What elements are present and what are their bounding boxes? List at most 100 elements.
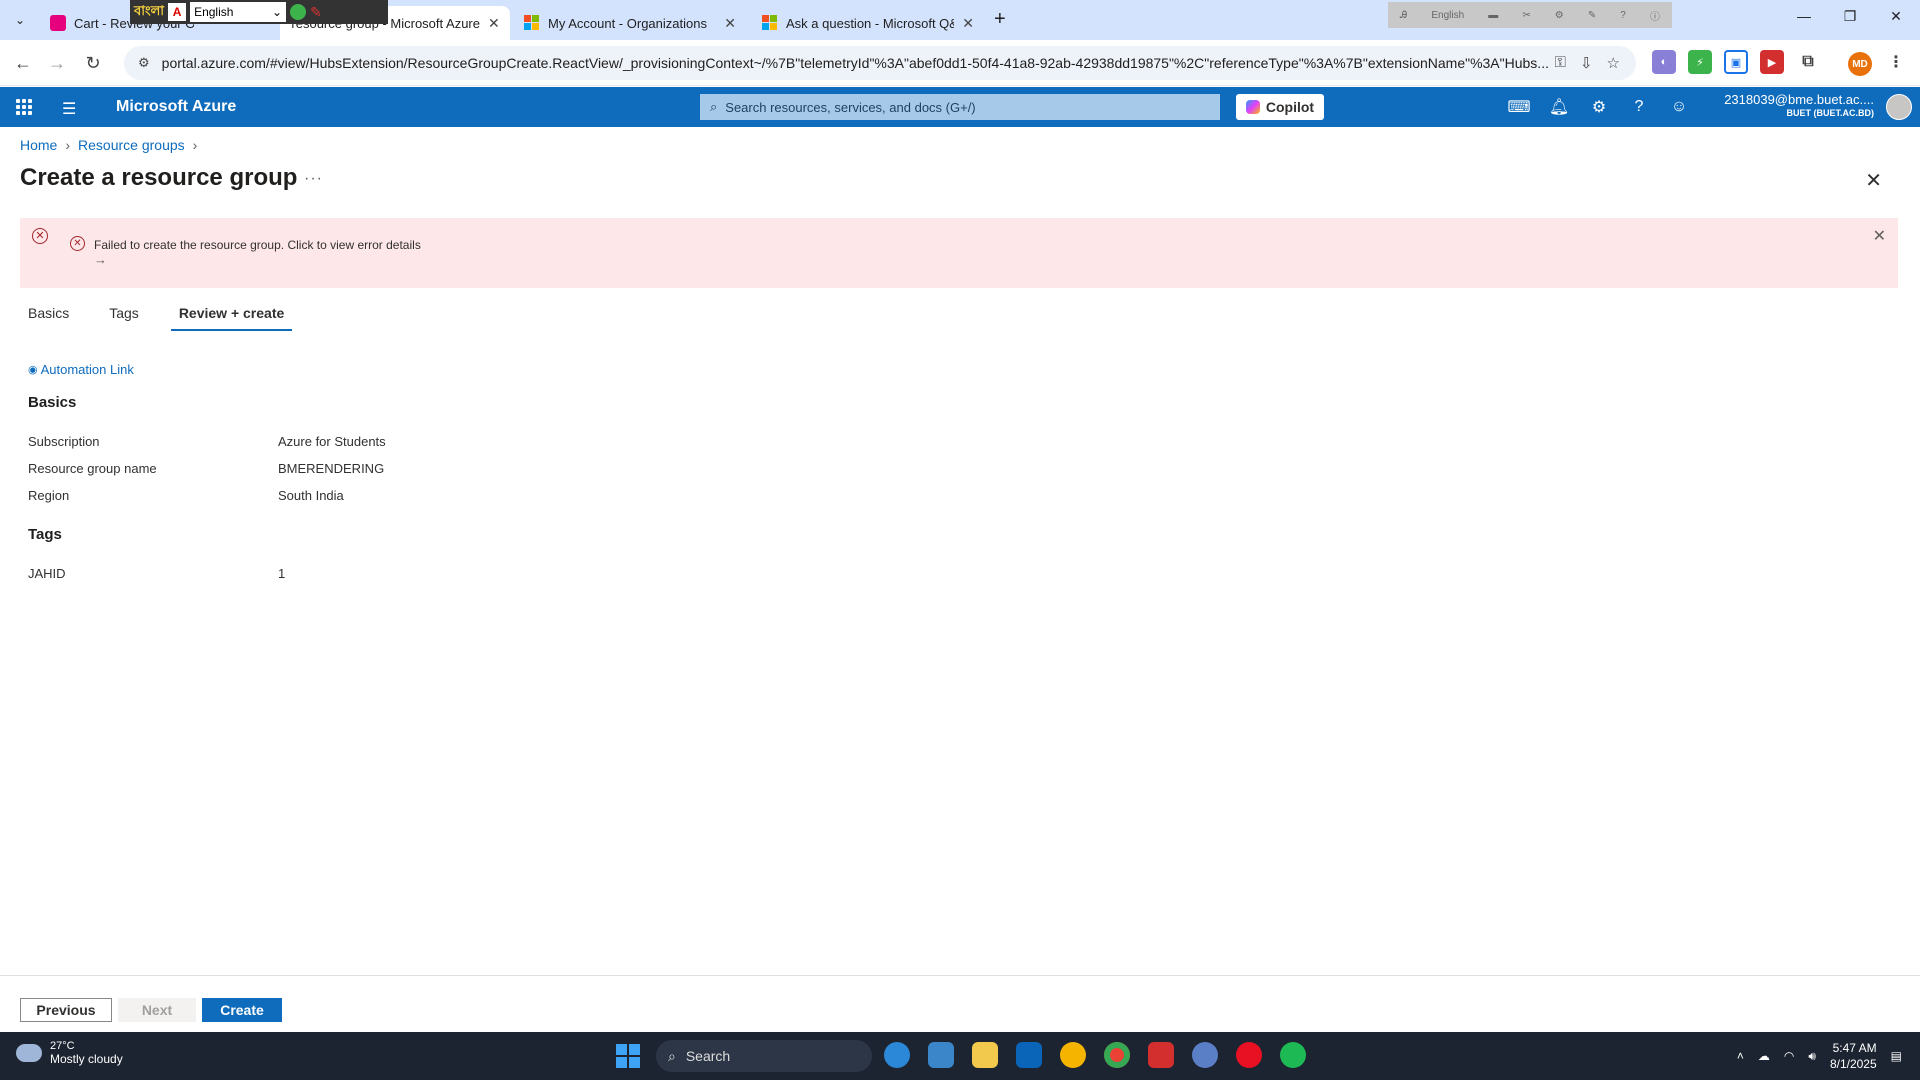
tab-close-icon[interactable]: ✕ <box>962 15 974 32</box>
adobe-icon[interactable]: A <box>168 3 187 21</box>
section-heading-tags: Tags <box>28 526 62 543</box>
account-menu[interactable]: 2318039@bme.buet.ac.... BUET (BUET.AC.BD… <box>1724 92 1874 118</box>
extensions-puzzle-icon[interactable]: ⧉ <box>1796 50 1820 74</box>
tab-close-icon[interactable]: ✕ <box>488 15 500 32</box>
ime-settings-icon[interactable]: ⚙ <box>1555 10 1564 21</box>
ime-status-icon[interactable] <box>290 4 307 20</box>
address-bar[interactable]: ⚙ portal.azure.com/#view/HubsExtension/R… <box>124 46 1636 80</box>
ime-language-label[interactable]: English <box>1431 10 1464 21</box>
more-options-button[interactable]: ··· <box>304 170 323 188</box>
tab-review-create[interactable]: Review + create <box>170 305 293 331</box>
file-explorer-icon[interactable] <box>972 1042 998 1068</box>
next-button[interactable]: Next <box>118 998 196 1022</box>
error-circle-icon: ✕ <box>32 228 48 244</box>
error-message[interactable]: Failed to create the resource group. Cli… <box>94 238 421 252</box>
volume-icon[interactable]: 🔊︎ <box>1808 1049 1816 1064</box>
bookmark-star-icon[interactable]: ☆ <box>1607 54 1620 72</box>
breadcrumb-home[interactable]: Home <box>20 137 57 153</box>
breadcrumb: Home › Resource groups › <box>20 137 197 153</box>
ime-toolbar: বাংলা A English ⌄ ✎ <box>130 0 388 24</box>
ime-keyboard-icon[interactable]: ▬ <box>1488 10 1498 21</box>
tab-tags[interactable]: Tags <box>101 305 147 331</box>
outlook-icon[interactable] <box>1016 1042 1042 1068</box>
qbittorrent-icon[interactable] <box>1192 1042 1218 1068</box>
tab-close-icon[interactable]: ✕ <box>724 15 736 32</box>
create-button[interactable]: Create <box>202 998 282 1022</box>
clock[interactable]: 5:47 AM 8/1/2025 <box>1830 1040 1877 1072</box>
edge-icon[interactable] <box>884 1042 910 1068</box>
new-tab-button[interactable]: + <box>994 8 1006 31</box>
azure-header: ☰ Microsoft Azure ⌕ Search resources, se… <box>0 87 1920 127</box>
notifications-icon[interactable]: ▤ <box>1891 1049 1902 1063</box>
back-arrow-icon[interactable]: ← <box>10 50 36 76</box>
microsoft-logo-icon <box>524 15 540 31</box>
azure-brand[interactable]: Microsoft Azure <box>116 98 236 116</box>
close-window-button[interactable]: ✕ <box>1876 8 1916 25</box>
extension-icon[interactable]: ⚡ <box>1688 50 1712 74</box>
automation-link[interactable]: ◉ Automation Link <box>28 362 134 377</box>
settings-gear-icon[interactable]: ⚙ <box>1588 96 1610 118</box>
help-icon[interactable]: ? <box>1628 96 1650 118</box>
install-app-icon[interactable]: ⇩ <box>1580 54 1593 72</box>
ime-language-select[interactable]: English ⌄ <box>190 2 287 22</box>
onedrive-icon[interactable]: ☁ <box>1758 1049 1770 1063</box>
cloud-shell-icon[interactable]: ⌨ <box>1507 96 1530 118</box>
reload-icon[interactable]: ↻ <box>80 50 106 76</box>
ime-info-icon[interactable]: ⓘ <box>1650 8 1660 23</box>
cloud-icon <box>16 1044 42 1062</box>
profile-avatar[interactable]: MD <box>1848 52 1872 76</box>
close-blade-icon[interactable]: ✕ <box>1865 168 1882 193</box>
tab-basics[interactable]: Basics <box>20 305 77 331</box>
tab-favicon-icon <box>50 15 66 31</box>
forward-arrow-icon[interactable]: → <box>44 50 70 76</box>
chevron-down-icon: ⌄ <box>272 5 283 19</box>
taskbar-search[interactable]: ⌕ Search <box>656 1040 872 1072</box>
ime-help-icon[interactable]: ? <box>1620 10 1626 21</box>
ime-language-bar: Ꭿ English ▬ ✂ ⚙ ✎ ? ⓘ <box>1388 2 1672 28</box>
portal-menu-icon[interactable]: ☰ <box>62 99 76 119</box>
ime-script-label[interactable]: বাংলা <box>134 2 164 23</box>
copilot-button[interactable]: Copilot <box>1236 94 1324 120</box>
browser-tab-my-account[interactable]: My Account - Organizations ✕ <box>514 6 746 40</box>
dismiss-error-icon[interactable]: ✕ <box>1873 226 1886 246</box>
site-info-icon[interactable]: ⚙ <box>138 55 150 71</box>
ime-pen-icon[interactable]: ✎ <box>310 4 322 21</box>
extension-icon[interactable]: ▶ <box>1760 50 1784 74</box>
minimize-button[interactable]: — <box>1784 8 1824 24</box>
start-button[interactable] <box>616 1044 640 1068</box>
arrow-right-icon[interactable]: → <box>94 252 107 267</box>
opera-icon[interactable] <box>1236 1042 1262 1068</box>
ime-tool-icon[interactable]: ✂ <box>1522 10 1530 21</box>
acrobat-icon[interactable] <box>1148 1042 1174 1068</box>
chevron-right-icon: › <box>192 137 198 153</box>
chrome-icon[interactable] <box>1104 1042 1130 1068</box>
password-key-icon[interactable]: ⚿ <box>1555 54 1566 72</box>
notifications-bell-icon[interactable]: 🔔︎ <box>1548 96 1570 118</box>
global-search-input[interactable]: ⌕ Search resources, services, and docs (… <box>700 94 1220 120</box>
app-launcher-icon[interactable] <box>16 99 32 115</box>
extension-icon[interactable]: ▣ <box>1724 50 1748 74</box>
summary-row: Subscription Azure for Students <box>28 434 386 449</box>
account-avatar[interactable] <box>1886 94 1912 120</box>
ime-mode-icon[interactable]: Ꭿ <box>1400 10 1407 21</box>
app-icon[interactable] <box>1060 1042 1086 1068</box>
tab-search-menu-button[interactable]: ⌄ <box>8 8 32 32</box>
feedback-icon[interactable]: ☺ <box>1668 96 1690 118</box>
browser-tab-ask-question[interactable]: Ask a question - Microsoft Q&A ✕ <box>752 6 984 40</box>
browser-menu-icon[interactable]: ⋮ <box>1884 50 1908 74</box>
chevron-up-icon[interactable]: ˄ <box>1737 1049 1744 1063</box>
breadcrumb-resource-groups[interactable]: Resource groups <box>78 137 185 153</box>
error-banner[interactable]: ✕ ✕ Failed to create the resource group.… <box>20 218 1898 288</box>
chevron-right-icon: › <box>65 137 71 153</box>
previous-button[interactable]: Previous <box>20 998 112 1022</box>
summary-row: Region South India <box>28 488 344 503</box>
search-icon: ⌕ <box>668 1047 676 1064</box>
weather-widget[interactable]: 27°C Mostly cloudy <box>16 1040 123 1066</box>
wifi-icon[interactable]: ◠ <box>1784 1049 1794 1063</box>
spotify-icon[interactable] <box>1280 1042 1306 1068</box>
extension-icon[interactable]: ◐ <box>1652 50 1676 74</box>
ime-pen-icon[interactable]: ✎ <box>1588 10 1596 21</box>
store-icon[interactable] <box>928 1042 954 1068</box>
restore-button[interactable]: ❐ <box>1830 8 1870 25</box>
wizard-footer: Previous Next Create <box>0 975 1920 1032</box>
